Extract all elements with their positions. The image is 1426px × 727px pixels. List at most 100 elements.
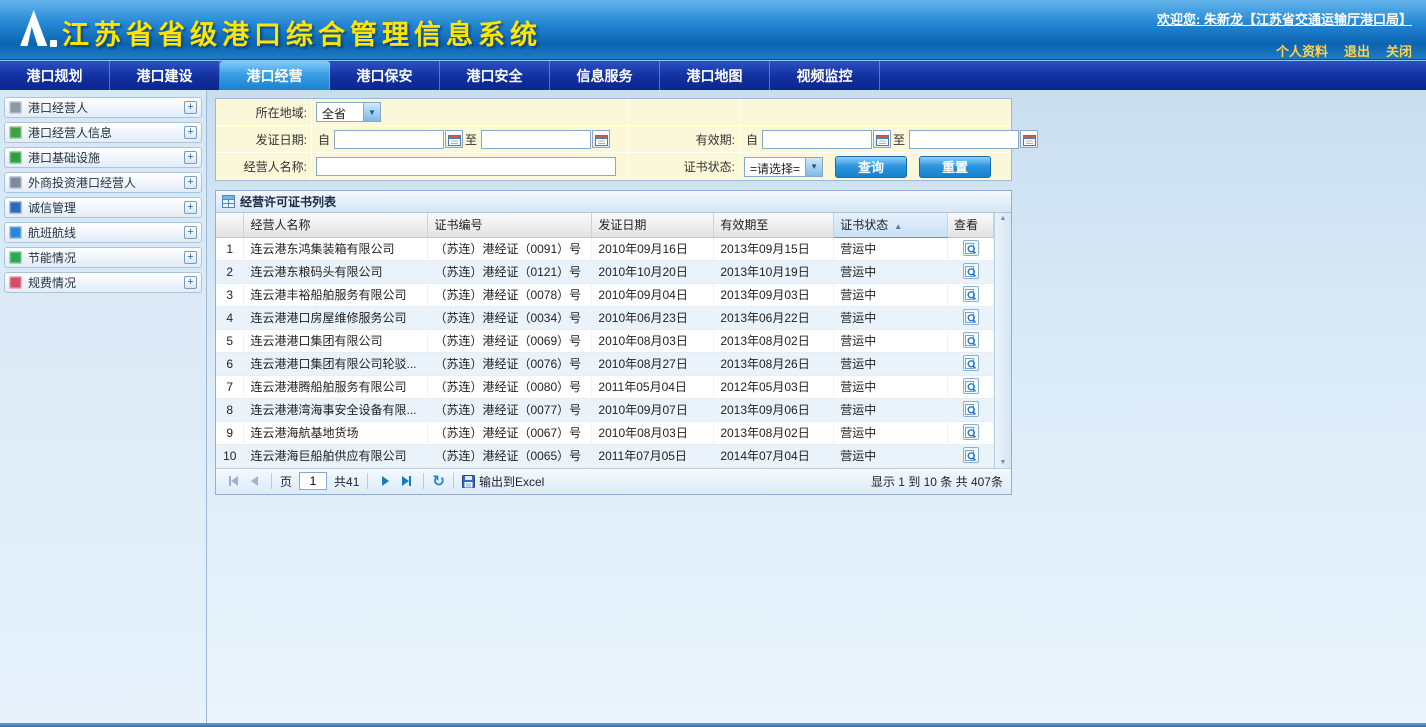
issue-date-cell: 2010年08月03日 bbox=[592, 329, 714, 352]
issue-date-cell: 2010年09月04日 bbox=[592, 283, 714, 306]
view-magnifier-icon[interactable] bbox=[963, 447, 979, 463]
nav-tab-port-planning[interactable]: 港口规划 bbox=[0, 61, 110, 90]
export-excel-button[interactable]: 输出到Excel bbox=[462, 473, 544, 490]
app-logo-icon bbox=[12, 8, 58, 52]
header-link-logout[interactable]: 退出 bbox=[1344, 44, 1370, 59]
header-link-profile[interactable]: 个人资料 bbox=[1276, 44, 1328, 59]
nav-tab-info-service[interactable]: 信息服务 bbox=[550, 61, 660, 90]
table-row[interactable]: 10 连云港海巨船舶供应有限公司 （苏连）港经证（0065）号 2011年07月… bbox=[216, 444, 994, 467]
first-page-button[interactable] bbox=[224, 472, 242, 490]
expand-plus-icon[interactable]: + bbox=[184, 151, 197, 164]
validity-from-input[interactable] bbox=[762, 130, 872, 149]
reset-button[interactable]: 重置 bbox=[919, 156, 991, 178]
sidebar-item-foreign-investors[interactable]: 外商投资港口经营人+ bbox=[4, 172, 202, 193]
expand-plus-icon[interactable]: + bbox=[184, 251, 197, 264]
nav-tab-port-safety[interactable]: 港口安全 bbox=[440, 61, 550, 90]
scroll-down-icon[interactable]: ▼ bbox=[1000, 459, 1007, 466]
expand-plus-icon[interactable]: + bbox=[184, 201, 197, 214]
cert-no-cell: （苏连）港经证（0080）号 bbox=[428, 375, 592, 398]
sidebar-item-port-infrastructure[interactable]: 港口基础设施+ bbox=[4, 147, 202, 168]
region-select[interactable]: 全省 ▼ bbox=[316, 102, 381, 122]
issue-date-cell: 2010年09月16日 bbox=[592, 237, 714, 260]
table-row[interactable]: 3 连云港丰裕船舶服务有限公司 （苏连）港经证（0078）号 2010年09月0… bbox=[216, 283, 994, 306]
status-cell: 营运中 bbox=[834, 306, 948, 329]
nav-tab-port-guard[interactable]: 港口保安 bbox=[330, 61, 440, 90]
chevron-down-icon[interactable]: ▼ bbox=[363, 103, 380, 121]
table-row[interactable]: 1 连云港东鸿集装箱有限公司 （苏连）港经证（0091）号 2010年09月16… bbox=[216, 237, 994, 260]
operator-name-input[interactable] bbox=[316, 157, 616, 176]
prev-page-button[interactable] bbox=[245, 472, 263, 490]
header-links: 个人资料 退出 关闭 bbox=[1157, 41, 1412, 60]
view-magnifier-icon[interactable] bbox=[963, 332, 979, 348]
view-magnifier-icon[interactable] bbox=[963, 263, 979, 279]
col-operator-name[interactable]: 经营人名称 bbox=[244, 213, 428, 237]
header-link-close[interactable]: 关闭 bbox=[1386, 44, 1412, 59]
view-cell bbox=[948, 329, 994, 352]
col-issue-date[interactable]: 发证日期 bbox=[592, 213, 714, 237]
issue-date-from-input[interactable] bbox=[334, 130, 444, 149]
valid-until-cell: 2013年08月02日 bbox=[714, 329, 834, 352]
col-cert-no[interactable]: 证书编号 bbox=[428, 213, 592, 237]
sidebar-item-fees[interactable]: 规费情况+ bbox=[4, 272, 202, 293]
view-magnifier-icon[interactable] bbox=[963, 401, 979, 417]
table-row[interactable]: 8 连云港港湾海事安全设备有限... （苏连）港经证（0077）号 2010年0… bbox=[216, 398, 994, 421]
col-status-sorted[interactable]: 证书状态 bbox=[834, 213, 948, 237]
expand-plus-icon[interactable]: + bbox=[184, 101, 197, 114]
cert-no-cell: （苏连）港经证（0077）号 bbox=[428, 398, 592, 421]
expand-plus-icon[interactable]: + bbox=[184, 126, 197, 139]
table-row[interactable]: 7 连云港港腾船舶服务有限公司 （苏连）港经证（0080）号 2011年05月0… bbox=[216, 375, 994, 398]
table-row[interactable]: 5 连云港港口集团有限公司 （苏连）港经证（0069）号 2010年08月03日… bbox=[216, 329, 994, 352]
refresh-icon[interactable]: ↻ bbox=[432, 474, 445, 489]
nav-tab-video-monitor[interactable]: 视频监控 bbox=[770, 61, 880, 90]
operator-name-cell: 连云港丰裕船舶服务有限公司 bbox=[244, 283, 428, 306]
validity-to-input[interactable] bbox=[909, 130, 1019, 149]
cert-no-cell: （苏连）港经证（0067）号 bbox=[428, 421, 592, 444]
nav-tab-port-map[interactable]: 港口地图 bbox=[660, 61, 770, 90]
expand-plus-icon[interactable]: + bbox=[184, 176, 197, 189]
view-magnifier-icon[interactable] bbox=[963, 286, 979, 302]
col-valid-until[interactable]: 有效期至 bbox=[714, 213, 834, 237]
page-number-input[interactable] bbox=[299, 472, 327, 490]
calendar-icon[interactable] bbox=[1020, 130, 1038, 148]
last-page-button[interactable] bbox=[397, 472, 415, 490]
status-cell: 营运中 bbox=[834, 421, 948, 444]
shield-icon bbox=[9, 201, 22, 214]
issue-date-cell: 2010年10月20日 bbox=[592, 260, 714, 283]
view-magnifier-icon[interactable] bbox=[963, 309, 979, 325]
view-magnifier-icon[interactable] bbox=[963, 240, 979, 256]
issue-date-cell: 2010年06月23日 bbox=[592, 306, 714, 329]
view-magnifier-icon[interactable] bbox=[963, 378, 979, 394]
cert-no-cell: （苏连）港经证（0091）号 bbox=[428, 237, 592, 260]
grid-title: 经营许可证书列表 bbox=[240, 193, 336, 210]
calendar-icon[interactable] bbox=[592, 130, 610, 148]
next-page-button[interactable] bbox=[376, 472, 394, 490]
sail-icon bbox=[14, 10, 48, 46]
sidebar-item-energy-saving[interactable]: 节能情况+ bbox=[4, 247, 202, 268]
calendar-icon[interactable] bbox=[873, 130, 891, 148]
query-button[interactable]: 查询 bbox=[835, 156, 907, 178]
scroll-up-icon[interactable]: ▲ bbox=[1000, 215, 1007, 222]
valid-until-cell: 2013年09月06日 bbox=[714, 398, 834, 421]
table-row[interactable]: 6 连云港港口集团有限公司轮驳... （苏连）港经证（0076）号 2010年0… bbox=[216, 352, 994, 375]
expand-plus-icon[interactable]: + bbox=[184, 276, 197, 289]
nav-tab-port-construction[interactable]: 港口建设 bbox=[110, 61, 220, 90]
table-row[interactable]: 2 连云港东粮码头有限公司 （苏连）港经证（0121）号 2010年10月20日… bbox=[216, 260, 994, 283]
calendar-icon[interactable] bbox=[445, 130, 463, 148]
region-select-value: 全省 bbox=[317, 103, 363, 121]
operator-name-cell: 连云港海巨船舶供应有限公司 bbox=[244, 444, 428, 467]
issue-date-to-input[interactable] bbox=[481, 130, 591, 149]
sidebar-item-credit-management[interactable]: 诚信管理+ bbox=[4, 197, 202, 218]
vertical-scrollbar[interactable]: ▲ ▼ bbox=[994, 213, 1011, 468]
sidebar-item-operator-info[interactable]: 港口经营人信息+ bbox=[4, 122, 202, 143]
view-magnifier-icon[interactable] bbox=[963, 355, 979, 371]
expand-plus-icon[interactable]: + bbox=[184, 226, 197, 239]
sidebar-item-port-operators[interactable]: 港口经营人+ bbox=[4, 97, 202, 118]
cert-status-select[interactable]: =请选择= ▼ bbox=[744, 157, 823, 177]
sidebar-item-flight-routes[interactable]: 航班航线+ bbox=[4, 222, 202, 243]
table-row[interactable]: 9 连云港海航基地货场 （苏连）港经证（0067）号 2010年08月03日 2… bbox=[216, 421, 994, 444]
record-summary: 显示 1 到 10 条 共 407条 bbox=[871, 473, 1003, 490]
view-magnifier-icon[interactable] bbox=[963, 424, 979, 440]
nav-tab-port-operation[interactable]: 港口经营 bbox=[220, 61, 330, 90]
table-row[interactable]: 4 连云港港口房屋维修服务公司 （苏连）港经证（0034）号 2010年06月2… bbox=[216, 306, 994, 329]
chevron-down-icon[interactable]: ▼ bbox=[805, 158, 822, 176]
